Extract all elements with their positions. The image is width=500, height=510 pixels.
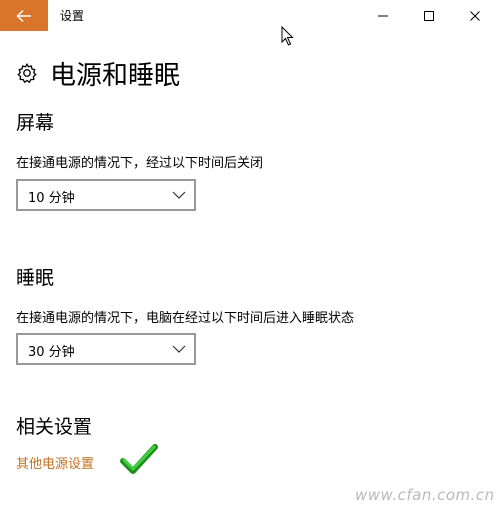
maximize-icon [424, 10, 434, 21]
minimize-icon [378, 15, 388, 16]
sleep-section-title: 睡眠 [16, 267, 55, 289]
chevron-down-icon [172, 191, 186, 199]
title-bar: 设置 [0, 0, 500, 31]
related-settings-title: 相关设置 [16, 416, 93, 438]
sleep-timeout-dropdown[interactable]: 30 分钟 [16, 333, 196, 365]
screen-section-title: 屏幕 [16, 112, 55, 134]
back-button[interactable] [0, 0, 48, 31]
mouse-cursor-icon [281, 26, 294, 46]
sleep-description: 在接通电源的情况下，电脑在经过以下时间后进入睡眠状态 [16, 311, 355, 326]
maximize-button[interactable] [406, 0, 452, 31]
close-icon [470, 10, 480, 21]
back-arrow-icon [16, 9, 31, 22]
additional-power-settings-link[interactable]: 其他电源设置 [16, 453, 94, 472]
screen-description: 在接通电源的情况下，经过以下时间后关闭 [16, 156, 264, 171]
page-header: 电源和睡眠 [16, 56, 181, 91]
gear-icon [17, 63, 37, 84]
screen-timeout-dropdown[interactable]: 10 分钟 [16, 179, 196, 211]
checkmark-icon [120, 444, 158, 474]
screen-timeout-value: 10 分钟 [28, 191, 75, 206]
chevron-down-icon [172, 345, 186, 353]
close-button[interactable] [452, 0, 498, 31]
sleep-timeout-value: 30 分钟 [28, 345, 75, 360]
window-title: 设置 [60, 9, 85, 23]
watermark: www.cfan.com.cn [355, 486, 495, 504]
page-title: 电源和睡眠 [50, 60, 181, 91]
minimize-button[interactable] [360, 0, 406, 31]
